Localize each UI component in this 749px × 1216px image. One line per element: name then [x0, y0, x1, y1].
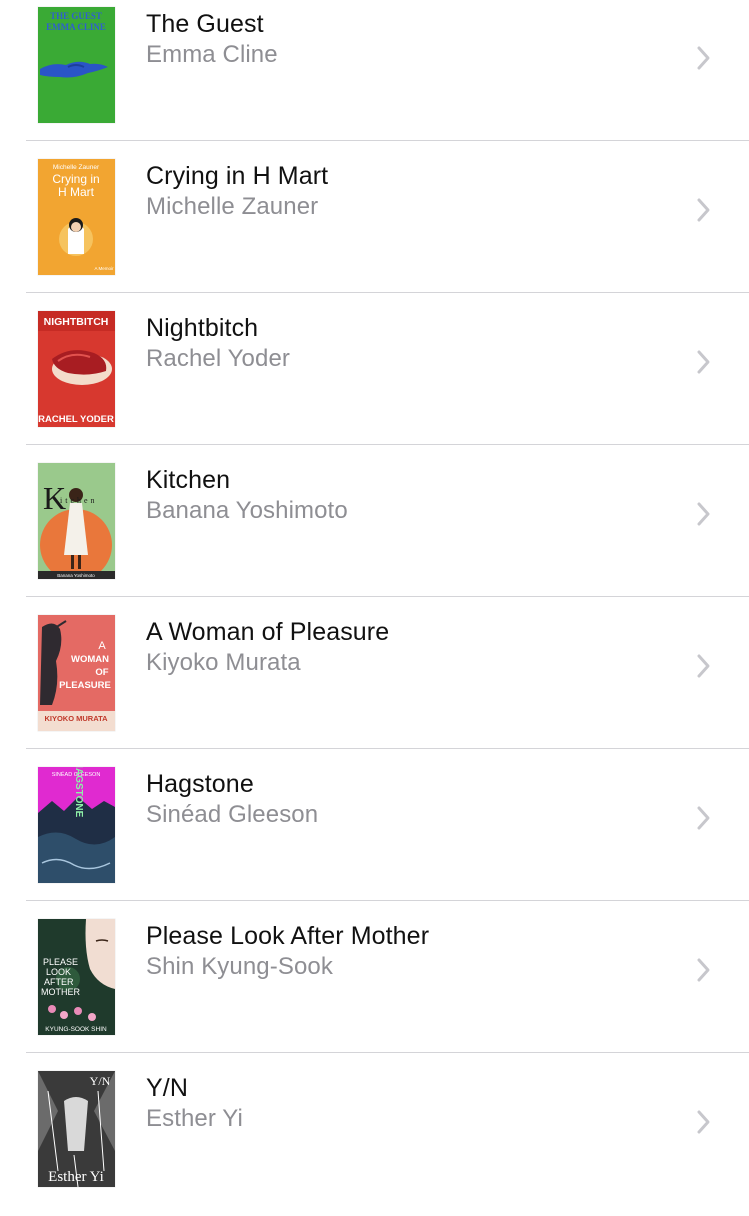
- cover-text: RACHEL YODER: [38, 414, 114, 425]
- book-title: Please Look After Mother: [146, 922, 430, 950]
- book-author: Rachel Yoder: [146, 345, 290, 372]
- chevron-right-icon: [697, 46, 710, 70]
- hagstone-cover-icon: SINÉAD GLEESON HAGSTONE: [38, 767, 115, 883]
- cover-text: KYUNG-SOOK SHIN: [45, 1026, 107, 1033]
- chevron-right-icon: [697, 198, 710, 222]
- cover-text: KIYOKO MURATA: [44, 714, 108, 723]
- book-row-a-woman-of-pleasure[interactable]: A WOMAN OF PLEASURE KIYOKO MURATA A Woma…: [0, 608, 749, 760]
- cover-text: NIGHTBITCH: [44, 316, 109, 328]
- row-separator: [26, 140, 749, 141]
- please-look-after-mother-cover-icon: PLEASE LOOK AFTER MOTHER KYUNG-SOOK SHIN: [38, 919, 115, 1035]
- chevron-right-icon: [697, 806, 710, 830]
- cover-text: A: [98, 640, 106, 652]
- book-row-crying-in-h-mart[interactable]: Michelle Zauner Crying in H Mart A Memoi…: [0, 152, 749, 304]
- book-title: Kitchen: [146, 466, 231, 494]
- chevron-right-icon: [697, 502, 710, 526]
- row-separator: [26, 748, 749, 749]
- cover-text: H Mart: [58, 185, 95, 199]
- row-separator: [26, 900, 749, 901]
- kitchen-cover-icon: K itchen Banana Yoshimoto: [38, 463, 115, 579]
- book-title: Y/N: [146, 1074, 188, 1102]
- cover-text: Michelle Zauner: [53, 164, 100, 171]
- chevron-right-icon: [697, 958, 710, 982]
- crying-in-h-mart-cover-icon: Michelle Zauner Crying in H Mart A Memoi…: [38, 159, 115, 275]
- book-title: A Woman of Pleasure: [146, 618, 390, 646]
- book-row-kitchen[interactable]: K itchen Banana Yoshimoto Kitchen Banana…: [0, 456, 749, 608]
- book-author: Shin Kyung-Sook: [146, 953, 333, 980]
- book-row-please-look-after-mother[interactable]: PLEASE LOOK AFTER MOTHER KYUNG-SOOK SHIN…: [0, 912, 749, 1064]
- book-author: Emma Cline: [146, 41, 278, 68]
- book-row-y-n[interactable]: Y/N Esther Yi Y/N Esther Yi: [0, 1064, 749, 1216]
- nightbitch-cover-icon: NIGHTBITCH RACHEL YODER: [38, 311, 115, 427]
- book-list: THE GUEST EMMA CLINE The Guest Emma Clin…: [0, 0, 749, 1200]
- cover-text: A Memoir: [94, 266, 114, 271]
- cover-text: AFTER: [44, 977, 74, 987]
- cover-text: EMMA CLINE: [46, 22, 106, 32]
- cover-text: THE GUEST: [50, 11, 102, 21]
- book-author: Kiyoko Murata: [146, 649, 301, 676]
- row-separator: [26, 596, 749, 597]
- the-guest-cover-icon: THE GUEST EMMA CLINE: [38, 7, 115, 123]
- cover-text: Esther Yi: [48, 1169, 104, 1185]
- book-title: Hagstone: [146, 770, 254, 798]
- book-author: Michelle Zauner: [146, 193, 319, 220]
- y-n-cover-icon: Y/N Esther Yi: [38, 1071, 115, 1187]
- chevron-right-icon: [697, 1110, 710, 1134]
- book-row-hagstone[interactable]: SINÉAD GLEESON HAGSTONE Hagstone Sinéad …: [0, 760, 749, 912]
- chevron-right-icon: [697, 350, 710, 374]
- cover-text: Y/N: [90, 1074, 111, 1088]
- cover-text: PLEASURE: [59, 680, 111, 691]
- cover-text: Banana Yoshimoto: [57, 573, 95, 578]
- row-separator: [26, 444, 749, 445]
- cover-text: WOMAN: [71, 654, 109, 665]
- chevron-right-icon: [697, 654, 710, 678]
- a-woman-of-pleasure-cover-icon: A WOMAN OF PLEASURE KIYOKO MURATA: [38, 615, 115, 731]
- book-author: Banana Yoshimoto: [146, 497, 348, 524]
- book-author: Sinéad Gleeson: [146, 801, 319, 828]
- cover-text: HAGSTONE: [73, 767, 84, 818]
- row-separator: [26, 1052, 749, 1053]
- cover-text: itchen: [60, 496, 98, 505]
- book-title: Crying in H Mart: [146, 162, 329, 190]
- cover-text: MOTHER: [41, 987, 80, 997]
- book-row-nightbitch[interactable]: NIGHTBITCH RACHEL YODER Nightbitch Rache…: [0, 304, 749, 456]
- book-title: The Guest: [146, 10, 264, 38]
- cover-text: LOOK: [46, 967, 71, 977]
- book-author: Esther Yi: [146, 1105, 243, 1132]
- cover-text: OF: [95, 667, 108, 678]
- cover-text: PLEASE: [43, 957, 78, 967]
- book-title: Nightbitch: [146, 314, 259, 342]
- row-separator: [26, 292, 749, 293]
- book-row-the-guest[interactable]: THE GUEST EMMA CLINE The Guest Emma Clin…: [0, 0, 749, 152]
- cover-text: Crying in: [52, 172, 99, 186]
